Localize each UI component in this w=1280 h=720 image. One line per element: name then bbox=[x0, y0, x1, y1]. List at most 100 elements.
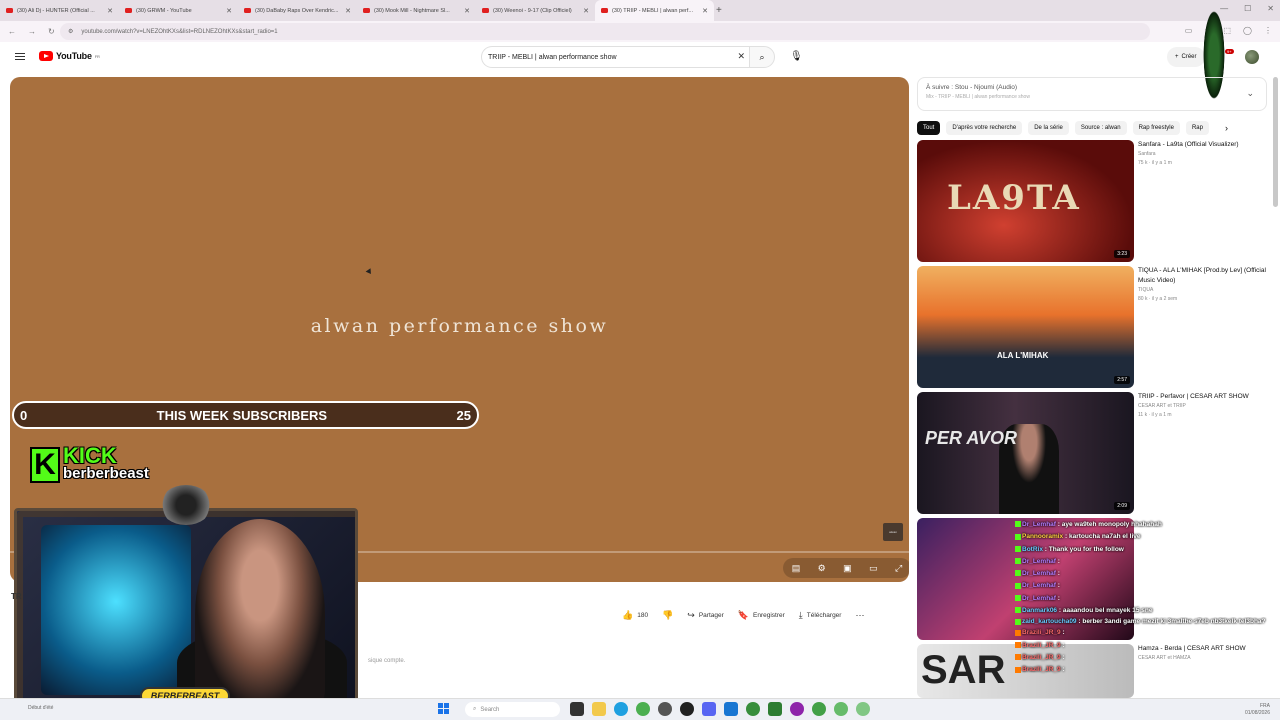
chat-message: Dr_Lemhaf : bbox=[1015, 580, 1268, 592]
close-tab-icon[interactable]: ✕ bbox=[226, 7, 232, 15]
url-text: youtube.com/watch?v=LNEZOhtKXs&list=RDLN… bbox=[81, 28, 278, 35]
chat-message: Dr_Lemhaf : bbox=[1015, 593, 1268, 605]
chip-search-based[interactable]: D'après votre recherche bbox=[946, 121, 1023, 135]
search-icon: ⌕ bbox=[473, 706, 477, 712]
browser-tab[interactable]: (30) DaBaby Raps Over Kendric... ✕ bbox=[238, 0, 357, 21]
browser-tab[interactable]: (30) Weenoi - 9-17 (Clip Officiel) ✕ bbox=[476, 0, 595, 21]
close-window-icon[interactable]: ✕ bbox=[1267, 4, 1274, 13]
subtitles-icon[interactable]: ▤ bbox=[792, 563, 801, 574]
edge-icon[interactable] bbox=[614, 702, 628, 716]
video-thumbnail[interactable]: LA9TA 3:23 bbox=[917, 140, 1134, 262]
reload-icon[interactable]: ↻ bbox=[48, 27, 55, 36]
cast-icon[interactable]: ▭ bbox=[1185, 26, 1193, 35]
task-view-icon[interactable] bbox=[570, 702, 584, 716]
windows-taskbar: Début d'été ⌕ Search FRA 01/08/2026 bbox=[0, 698, 1280, 720]
save-button[interactable]: 🔖 Enregistrer bbox=[738, 610, 785, 621]
video-thumbnail[interactable]: PER AVOR 2:09 bbox=[917, 392, 1134, 514]
recommendation-card[interactable]: ALA L'MIHAK 2:57 TIQUA - ALA L'MIHAK [Pr… bbox=[917, 266, 1267, 390]
rec-stats: 75 k · il y a 1 m bbox=[1138, 160, 1172, 166]
settings-gear-icon[interactable]: ⚙ bbox=[818, 563, 826, 574]
chevron-down-icon[interactable]: ⌄ bbox=[1246, 88, 1254, 99]
fullscreen-icon[interactable]: ⤢ bbox=[895, 563, 902, 574]
recommendations-sidebar: À suivre : Stou - Njoumi (Audio) Mix - T… bbox=[917, 77, 1267, 135]
chevron-right-icon[interactable]: › bbox=[1225, 123, 1228, 133]
account-avatar[interactable] bbox=[1245, 50, 1259, 64]
close-tab-icon[interactable]: ✕ bbox=[583, 7, 589, 15]
file-explorer-icon[interactable] bbox=[592, 702, 606, 716]
close-tab-icon[interactable]: ✕ bbox=[107, 7, 113, 15]
chip-series[interactable]: De la série bbox=[1028, 121, 1069, 135]
recommendation-card[interactable]: LA9TA 3:23 Sanfara - La9ta (Official Vis… bbox=[917, 140, 1267, 264]
weather-widget[interactable]: Début d'été bbox=[28, 705, 53, 711]
search-button[interactable]: ⌕ bbox=[749, 46, 775, 68]
app-icon[interactable] bbox=[768, 702, 782, 716]
chrome-icon[interactable] bbox=[746, 702, 760, 716]
chat-message: BotRix : Thank you for the follow bbox=[1015, 544, 1268, 556]
chip-rap-freestyle[interactable]: Rap freestyle bbox=[1132, 121, 1180, 135]
taskbar-search[interactable]: ⌕ Search bbox=[465, 702, 560, 717]
messenger-icon[interactable] bbox=[702, 702, 716, 716]
recommendation-card[interactable]: PER AVOR 2:09 TRIIP - Perfavor | CESAR A… bbox=[917, 392, 1267, 516]
page-scrollbar[interactable] bbox=[1273, 77, 1278, 207]
cast-player-icon[interactable]: ▭ bbox=[869, 563, 878, 574]
video-thumbnail[interactable]: ALA L'MIHAK 2:57 bbox=[917, 266, 1134, 388]
obs-icon[interactable] bbox=[658, 702, 672, 716]
forward-icon[interactable]: → bbox=[28, 27, 36, 36]
hamburger-menu-icon[interactable] bbox=[15, 53, 25, 60]
rec-channel[interactable]: Sanfara bbox=[1138, 150, 1266, 159]
chip-source[interactable]: Source : alwan bbox=[1074, 121, 1127, 135]
clear-search-icon[interactable]: ✕ bbox=[737, 51, 745, 62]
chip-rap[interactable]: Rap bbox=[1185, 121, 1209, 135]
profile-icon[interactable]: ◯ bbox=[1243, 26, 1252, 35]
close-tab-icon[interactable]: ✕ bbox=[464, 7, 470, 15]
notification-count-badge: 9+ bbox=[1225, 49, 1234, 54]
more-actions-button[interactable]: ⋯ bbox=[855, 610, 864, 621]
browser-menu-icon[interactable]: ⋮ bbox=[1264, 26, 1272, 35]
player-controls: ▤ ⚙ ▣ ▭ ⤢ bbox=[783, 558, 909, 578]
create-button[interactable]: + Créer bbox=[1167, 47, 1205, 67]
browser-tab-active[interactable]: (30) TRIIP - MEBLI | alwan perf... ✕ bbox=[595, 0, 714, 21]
chrome-icon[interactable] bbox=[636, 702, 650, 716]
kick-branding: K KICK berberbeast bbox=[30, 445, 149, 483]
chat-message: zaid_kartoucha09 : berber 3andi game mez… bbox=[1015, 617, 1268, 627]
chip-all[interactable]: Tout bbox=[917, 121, 941, 135]
rec-title[interactable]: Sanfara - La9ta (Official Visualizer) bbox=[1138, 140, 1266, 150]
chat-message: Danmark06 : aaaandou bel mnayek 15 sne bbox=[1015, 605, 1268, 617]
site-info-icon[interactable]: ⚙ bbox=[68, 28, 73, 35]
browser-tab[interactable]: (30) Mook Mill - Nightmare Sl... ✕ bbox=[357, 0, 476, 21]
channel-watermark[interactable]: alwan bbox=[883, 523, 903, 541]
share-button[interactable]: ↪ Partager bbox=[687, 610, 723, 621]
rec-title[interactable]: TRIIP - Perfavor | CESAR ART SHOW bbox=[1138, 392, 1266, 402]
youtube-favicon-icon bbox=[482, 8, 489, 13]
close-tab-icon[interactable]: ✕ bbox=[702, 7, 708, 15]
chrome-icon[interactable] bbox=[856, 702, 870, 716]
app-icon[interactable] bbox=[724, 702, 738, 716]
filter-chips: Tout D'après votre recherche De la série… bbox=[917, 121, 1267, 135]
browser-tab[interactable]: (30) GRWM - YouTube ✕ bbox=[119, 0, 238, 21]
microphone-icon[interactable]: 🎙 bbox=[790, 51, 803, 62]
download-button[interactable]: ⤓ Télécharger bbox=[799, 610, 842, 621]
like-button[interactable]: 👍 180 bbox=[622, 610, 648, 621]
app-icon[interactable] bbox=[790, 702, 804, 716]
miniplayer-icon[interactable]: ▣ bbox=[843, 563, 852, 574]
rec-channel[interactable]: CESAR ART et TRIIP bbox=[1138, 402, 1266, 411]
windows-start-icon[interactable] bbox=[438, 703, 449, 714]
system-tray[interactable]: FRA 01/08/2026 bbox=[1245, 703, 1270, 717]
youtube-logo[interactable]: YouTube FR bbox=[39, 51, 100, 61]
maximize-icon[interactable]: ☐ bbox=[1244, 4, 1251, 13]
app-icon[interactable] bbox=[680, 702, 694, 716]
chrome-icon[interactable] bbox=[834, 702, 848, 716]
url-field[interactable]: ⚙ youtube.com/watch?v=LNEZOhtKXs&list=RD… bbox=[60, 23, 1150, 40]
dislike-button[interactable]: 👎 bbox=[662, 610, 673, 621]
search-input[interactable]: TRIIP - MEBLI | alwan performance show ✕ bbox=[481, 46, 749, 68]
browser-tab[interactable]: (30) Ali Dj - HUNTER (Official ... ✕ bbox=[0, 0, 119, 21]
rec-channel[interactable]: TIQUA bbox=[1138, 286, 1266, 295]
hooded-figure-icon bbox=[160, 485, 212, 525]
close-tab-icon[interactable]: ✕ bbox=[345, 7, 351, 15]
new-tab-icon[interactable]: + bbox=[716, 5, 722, 16]
video-player[interactable]: alwan performance show alwan ▤ ⚙ ▣ ▭ ⤢ bbox=[10, 77, 909, 582]
rec-title[interactable]: TIQUA - ALA L'MIHAK [Prod.by Lev] (Offic… bbox=[1138, 266, 1266, 286]
back-icon[interactable]: ← bbox=[8, 27, 16, 36]
up-next-panel[interactable]: À suivre : Stou - Njoumi (Audio) Mix - T… bbox=[917, 77, 1267, 111]
chrome-icon[interactable] bbox=[812, 702, 826, 716]
